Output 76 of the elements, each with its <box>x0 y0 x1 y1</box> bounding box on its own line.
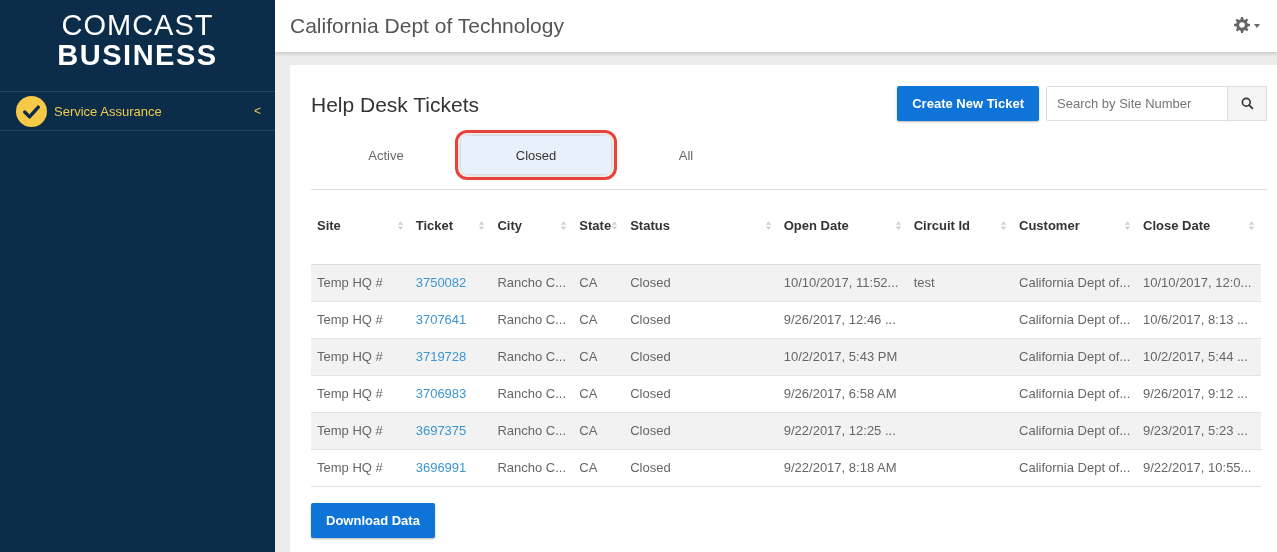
table-cell: CA <box>579 312 598 327</box>
table-cell: Rancho C... <box>497 312 567 327</box>
table-cell: Temp HQ # <box>317 386 383 401</box>
table-cell: Temp HQ # <box>317 349 383 364</box>
table-cell: 10/2/2017, 5:44 ... <box>1143 349 1248 364</box>
table-cell: 9/26/2017, 9:12 ... <box>1143 386 1248 401</box>
table-cell: Rancho C... <box>497 423 567 438</box>
table-cell: CA <box>579 423 598 438</box>
table-cell: 10/6/2017, 8:13 ... <box>1143 312 1248 327</box>
create-ticket-button[interactable]: Create New Ticket <box>897 86 1039 121</box>
sort-icon[interactable] <box>894 220 902 231</box>
table-cell: Temp HQ # <box>317 423 383 438</box>
table-cell: Rancho C... <box>497 386 567 401</box>
table-cell: CA <box>579 386 598 401</box>
sidebar-item[interactable]: Service Assurance < <box>0 91 275 131</box>
settings-icon[interactable] <box>1233 16 1263 36</box>
table-cell: Rancho C... <box>497 349 567 364</box>
table-cell: 10/2/2017, 5:43 PM <box>783 349 898 364</box>
table-cell: Closed <box>630 275 671 290</box>
sort-icon[interactable] <box>1000 220 1007 231</box>
table-cell: 9/26/2017, 12:46 ... <box>783 312 896 327</box>
download-button[interactable]: Download Data <box>311 502 435 538</box>
table-cell: California Dept of... <box>1019 386 1131 401</box>
column-header[interactable]: Open Date <box>783 218 849 233</box>
chevron-icon: < <box>254 104 261 118</box>
column-header[interactable]: Close Date <box>1143 218 1211 233</box>
section-title: Help Desk Tickets <box>311 93 480 117</box>
tab[interactable]: Active <box>311 136 461 174</box>
column-header[interactable]: City <box>497 218 522 233</box>
table-cell: CA <box>579 275 598 290</box>
table-cell: 9/26/2017, 6:58 AM <box>783 386 897 401</box>
table-cell: 9/23/2017, 5:23 ... <box>1143 423 1248 438</box>
sort-icon[interactable] <box>1248 220 1255 231</box>
search-icon <box>1240 97 1254 110</box>
table-cell: Closed <box>630 423 671 438</box>
table-cell: California Dept of... <box>1019 423 1131 438</box>
check-icon <box>16 95 47 127</box>
tab[interactable]: All <box>611 136 761 174</box>
table-cell: test <box>913 275 935 290</box>
table-cell: Closed <box>630 312 671 327</box>
table-cell: 9/22/2017, 10:55... <box>1143 460 1252 475</box>
page-title: California Dept of Technology <box>290 14 564 38</box>
table-cell: 10/10/2017, 12:0... <box>1143 275 1252 290</box>
logo-text: BUSINESS <box>57 40 218 70</box>
table-cell: Closed <box>630 460 671 475</box>
column-header[interactable]: Site <box>317 218 341 233</box>
table-cell: CA <box>579 460 598 475</box>
table-cell: 9/22/2017, 8:18 AM <box>783 460 897 475</box>
table-cell: CA <box>579 349 598 364</box>
table-cell: Closed <box>630 386 671 401</box>
sort-icon[interactable] <box>1124 220 1131 231</box>
sort-icon[interactable] <box>611 220 619 231</box>
logo-text: COMCAST <box>61 10 214 40</box>
table-cell: Rancho C... <box>497 275 567 290</box>
table-cell: California Dept of... <box>1019 460 1131 475</box>
sort-icon[interactable] <box>396 220 404 231</box>
table-cell: 9/22/2017, 12:25 ... <box>783 423 896 438</box>
table-cell: Temp HQ # <box>317 312 383 327</box>
column-header[interactable]: Circuit Id <box>913 218 971 233</box>
table-cell: California Dept of... <box>1019 275 1131 290</box>
column-header[interactable]: Ticket <box>415 218 454 233</box>
sort-icon[interactable] <box>764 220 772 231</box>
search-field[interactable]: Search by Site Number <box>1046 86 1228 121</box>
search-button[interactable] <box>1228 86 1267 121</box>
column-header[interactable]: Status <box>630 218 670 233</box>
table-cell: Temp HQ # <box>317 460 383 475</box>
table-cell: Rancho C... <box>497 460 567 475</box>
column-header[interactable]: Customer <box>1019 218 1080 233</box>
table-cell: California Dept of... <box>1019 349 1131 364</box>
sort-icon[interactable] <box>560 220 568 231</box>
table-cell: California Dept of... <box>1019 312 1131 327</box>
column-header[interactable]: State <box>579 218 612 233</box>
table-cell: Closed <box>630 349 671 364</box>
table-cell: 10/10/2017, 11:52... <box>783 275 899 290</box>
table-cell: Temp HQ # <box>317 275 383 290</box>
sort-icon[interactable] <box>478 220 486 231</box>
